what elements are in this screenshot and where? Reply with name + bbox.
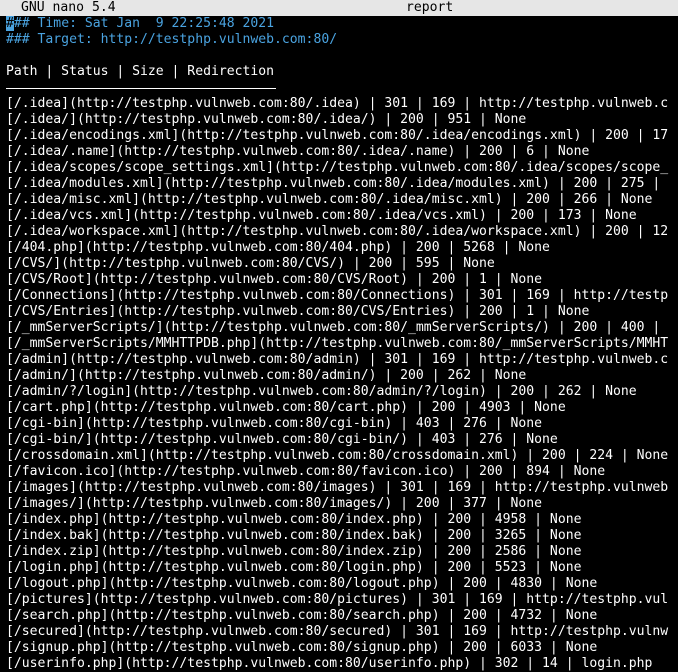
table-row: [/.idea/vcs.xml](http://testphp.vulnweb.… bbox=[6, 208, 637, 223]
target-comment-line: ### Target: http://testphp.vulnweb.com:8… bbox=[6, 32, 338, 47]
table-row: [/Connections](http://testphp.vulnweb.co… bbox=[6, 288, 669, 303]
table-row: [/admin](http://testphp.vulnweb.com:80/a… bbox=[6, 352, 669, 367]
table-row: [/index.zip](http://testphp.vulnweb.com:… bbox=[6, 544, 582, 559]
time-comment-text: ## Time: Sat Jan 9 22:25:48 2021 bbox=[13, 16, 275, 31]
table-row: [/cart.php](http://testphp.vulnweb.com:8… bbox=[6, 400, 566, 415]
table-row: [/crossdomain.xml](http://testphp.vulnwe… bbox=[6, 448, 669, 463]
file-name: report bbox=[406, 0, 454, 15]
table-row: [/admin/?/login](http://testphp.vulnweb.… bbox=[6, 384, 637, 399]
text-cursor: # bbox=[6, 16, 14, 31]
table-row: [/index.php](http://testphp.vulnweb.com:… bbox=[6, 512, 582, 527]
table-row: [/search.php](http://testphp.vulnweb.com… bbox=[6, 608, 598, 623]
table-row: [/404.php](http://testphp.vulnweb.com:80… bbox=[6, 240, 550, 255]
table-row: [/.idea/encodings.xml](http://testphp.vu… bbox=[6, 128, 669, 143]
table-row: [/.idea](http://testphp.vulnweb.com:80/.… bbox=[6, 96, 669, 111]
app-name: GNU nano 5.4 bbox=[21, 0, 116, 15]
time-comment-line: ### Time: Sat Jan 9 22:25:48 2021 bbox=[6, 16, 274, 32]
table-row: [/.idea/.name](http://testphp.vulnweb.co… bbox=[6, 144, 590, 159]
table-row: [/login.php](http://testphp.vulnweb.com:… bbox=[6, 560, 582, 575]
table-row: [/index.bak](http://testphp.vulnweb.com:… bbox=[6, 528, 582, 543]
table-row: [/.idea/modules.xml](http://testphp.vuln… bbox=[6, 176, 661, 191]
table-row: [/secured](http://testphp.vulnweb.com:80… bbox=[6, 624, 669, 639]
editor-area[interactable]: ### Time: Sat Jan 9 22:25:48 2021 ### Ta… bbox=[0, 16, 678, 672]
table-row: [/cgi-bin/](http://testphp.vulnweb.com:8… bbox=[6, 432, 558, 447]
table-row: [/.idea/](http://testphp.vulnweb.com:80/… bbox=[6, 112, 527, 127]
table-row: [/.idea/workspace.xml](http://testphp.vu… bbox=[6, 224, 669, 239]
table-row: [/favicon.ico](http://testphp.vulnweb.co… bbox=[6, 464, 606, 479]
table-header: Path | Status | Size | Redirection bbox=[6, 64, 275, 79]
table-header-separator bbox=[6, 88, 276, 89]
table-row: [/images/](http://testphp.vulnweb.com:80… bbox=[6, 496, 543, 511]
table-row: [/CVS/Entries](http://testphp.vulnweb.co… bbox=[6, 304, 590, 319]
table-row: [/CVS/](http://testphp.vulnweb.com:80/CV… bbox=[6, 256, 495, 271]
table-row: [/_mmServerScripts/](http://testphp.vuln… bbox=[6, 320, 661, 335]
table-row: [/_mmServerScripts/MMHTTPDB.php](http://… bbox=[6, 336, 669, 351]
table-row: [/admin/](http://testphp.vulnweb.com:80/… bbox=[6, 368, 527, 383]
table-row: [/pictures](http://testphp.vulnweb.com:8… bbox=[6, 592, 669, 607]
table-row: [/cgi-bin](http://testphp.vulnweb.com:80… bbox=[6, 416, 543, 431]
table-row: [/CVS/Root](http://testphp.vulnweb.com:8… bbox=[6, 272, 543, 287]
table-row: [/.idea/misc.xml](http://testphp.vulnweb… bbox=[6, 192, 653, 207]
title-bar: GNU nano 5.4 report bbox=[0, 0, 678, 16]
table-row: [/logout.php](http://testphp.vulnweb.com… bbox=[6, 576, 598, 591]
table-row: [/images](http://testphp.vulnweb.com:80/… bbox=[6, 480, 669, 495]
table-row: [/userinfo.php](http://testphp.vulnweb.c… bbox=[6, 656, 653, 671]
table-row: [/.idea/scopes/scope_settings.xml](http:… bbox=[6, 160, 669, 175]
table-row: [/signup.php](http://testphp.vulnweb.com… bbox=[6, 640, 598, 655]
